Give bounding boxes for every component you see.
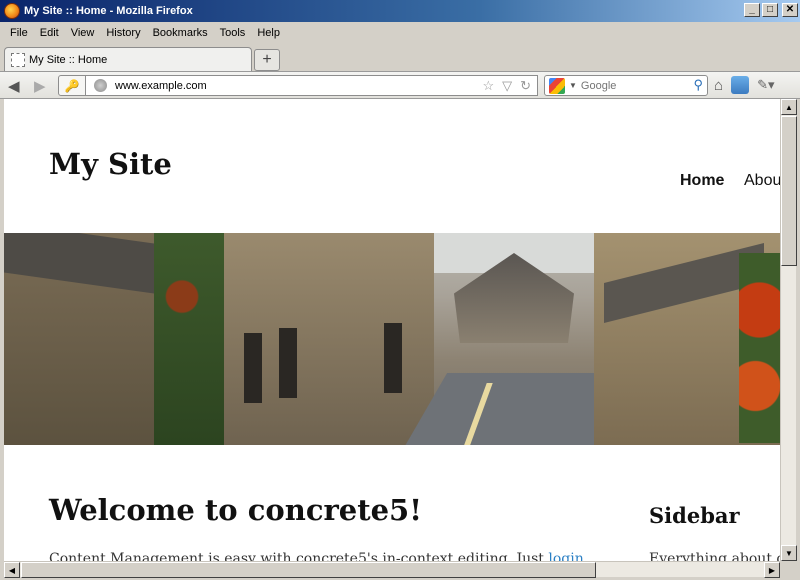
- scroll-down-arrow-icon[interactable]: ▼: [781, 545, 797, 561]
- forward-arrow-icon[interactable]: ▶: [34, 77, 46, 95]
- window-title: My Site :: Home - Mozilla Firefox: [24, 5, 193, 17]
- login-link[interactable]: login: [548, 551, 583, 561]
- horizontal-scrollbar[interactable]: ◀ ▶: [4, 561, 780, 578]
- search-bar[interactable]: ▼ ⚲: [544, 75, 708, 96]
- hero-flowers: [739, 253, 780, 443]
- site-title[interactable]: My Site: [49, 147, 172, 181]
- new-tab-button[interactable]: +: [254, 49, 280, 71]
- globe-icon: [94, 79, 107, 92]
- url-bar-actions: ☆ ▽ ↻: [482, 78, 531, 94]
- window-titlebar[interactable]: My Site :: Home - Mozilla Firefox _ □ ✕: [0, 0, 800, 22]
- home-icon[interactable]: ⌂: [714, 77, 723, 94]
- menu-bookmarks[interactable]: Bookmarks: [147, 27, 214, 39]
- nav-link-home[interactable]: Home: [680, 172, 724, 190]
- url-text[interactable]: www.example.com: [115, 80, 207, 92]
- scroll-right-arrow-icon[interactable]: ▶: [764, 562, 780, 578]
- search-input[interactable]: [580, 79, 691, 92]
- menu-bar: File Edit View History Bookmarks Tools H…: [0, 22, 800, 44]
- hero-window: [279, 328, 297, 398]
- menu-file[interactable]: File: [4, 27, 34, 39]
- vertical-scrollbar[interactable]: ▲ ▼: [780, 99, 797, 561]
- firefox-icon: [4, 3, 20, 19]
- sidebar-body-text: Everything about c: [649, 551, 780, 561]
- body-text-intro: Content Management is easy with concrete…: [49, 551, 549, 561]
- menu-history[interactable]: History: [100, 27, 146, 39]
- sidebar-heading: Sidebar: [649, 503, 740, 528]
- menu-view[interactable]: View: [65, 27, 101, 39]
- horizontal-scroll-thumb[interactable]: [21, 562, 596, 578]
- maximize-button[interactable]: □: [762, 3, 778, 17]
- page-viewport[interactable]: My Site Home Abou Welcome to concrete5! …: [4, 99, 780, 561]
- toolbar-icons: ⌂ ✎▾: [714, 76, 774, 94]
- scroll-left-arrow-icon[interactable]: ◀: [4, 562, 20, 578]
- page-favicon-icon: [11, 53, 25, 67]
- google-engine-icon[interactable]: [549, 77, 565, 94]
- nav-link-about[interactable]: Abou: [744, 172, 780, 190]
- site-identity-key-icon[interactable]: 🔑: [58, 75, 86, 96]
- back-arrow-icon[interactable]: ◀: [8, 77, 20, 95]
- hero-window: [244, 333, 262, 403]
- menu-help[interactable]: Help: [251, 27, 286, 39]
- hero-image-village-street: [4, 233, 780, 445]
- scrollbar-corner: [780, 561, 796, 577]
- minimize-button[interactable]: _: [744, 3, 760, 17]
- main-heading: Welcome to concrete5!: [49, 493, 422, 527]
- window-controls: _ □ ✕: [744, 3, 798, 17]
- close-button[interactable]: ✕: [782, 3, 798, 17]
- hero-window: [384, 323, 402, 393]
- engine-dropdown-icon[interactable]: ▼: [569, 81, 577, 90]
- reload-icon[interactable]: ↻: [520, 78, 531, 94]
- addon-icon[interactable]: ✎▾: [757, 77, 774, 93]
- user-avatar-icon[interactable]: [731, 76, 750, 94]
- scroll-up-arrow-icon[interactable]: ▲: [781, 99, 797, 115]
- main-body-text: Content Management is easy with concrete…: [49, 551, 584, 561]
- navigation-toolbar: ◀ ▶ 🔑 www.example.com ☆ ▽ ↻ ▼ ⚲ ⌂ ✎▾: [0, 71, 800, 99]
- menu-edit[interactable]: Edit: [34, 27, 65, 39]
- bookmark-star-icon[interactable]: ☆: [482, 78, 494, 94]
- tab-my-site-home[interactable]: My Site :: Home: [4, 47, 252, 72]
- vertical-scroll-thumb[interactable]: [781, 116, 797, 266]
- tab-strip: My Site :: Home +: [0, 44, 800, 72]
- hero-ivy: [154, 233, 224, 445]
- url-dropmarker-icon[interactable]: ▽: [502, 78, 512, 94]
- menu-tools[interactable]: Tools: [214, 27, 252, 39]
- tab-label: My Site :: Home: [29, 54, 108, 66]
- url-bar[interactable]: www.example.com ☆ ▽ ↻: [86, 75, 538, 96]
- search-icon[interactable]: ⚲: [693, 77, 703, 93]
